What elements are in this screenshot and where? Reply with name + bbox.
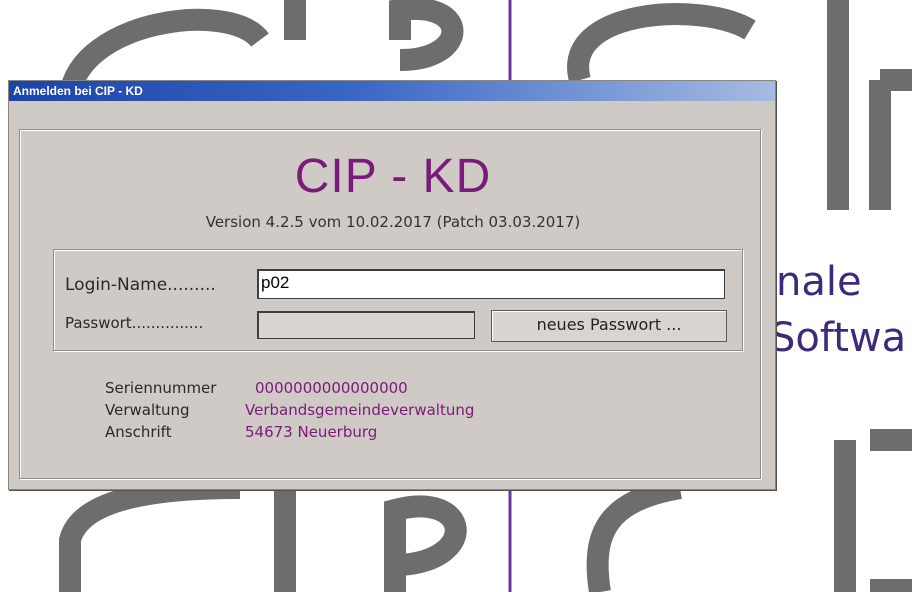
login-name-input[interactable]: p02 xyxy=(257,269,725,299)
logo-c2-bottom-arc xyxy=(586,477,682,592)
password-label: Passwort............... xyxy=(65,314,204,332)
password-input[interactable] xyxy=(257,311,475,339)
logo-p-top xyxy=(389,0,464,71)
administration-label: Verwaltung xyxy=(105,401,190,419)
background-text-line2: Softwa xyxy=(770,315,907,361)
administration-value: Verbandsgemeindeverwaltung xyxy=(245,401,475,419)
dialog-titlebar[interactable]: Anmelden bei CIP - KD xyxy=(9,81,775,101)
app-title: CIP - KD xyxy=(294,150,492,203)
logo-c-bottom-arc xyxy=(59,477,241,592)
address-value: 54673 Neuerburg xyxy=(245,423,378,441)
dialog-title: Anmelden bei CIP - KD xyxy=(13,84,143,98)
new-password-button[interactable]: neues Passwort ... xyxy=(491,310,727,342)
serial-number-label: Seriennummer xyxy=(105,379,217,397)
login-dialog: Anmelden bei CIP - KD CIP - KD Version 4… xyxy=(8,80,776,490)
address-label: Anschrift xyxy=(105,423,172,441)
version-text: Version 4.2.5 vom 10.02.2017 (Patch 03.0… xyxy=(205,213,581,231)
login-name-label: Login-Name......... xyxy=(65,275,216,295)
background-text-line1: nale xyxy=(776,259,862,305)
logo-c2-top-arc xyxy=(567,3,756,84)
serial-number-value: 0000000000000000 xyxy=(255,379,408,397)
logo-p-bottom xyxy=(384,495,467,592)
